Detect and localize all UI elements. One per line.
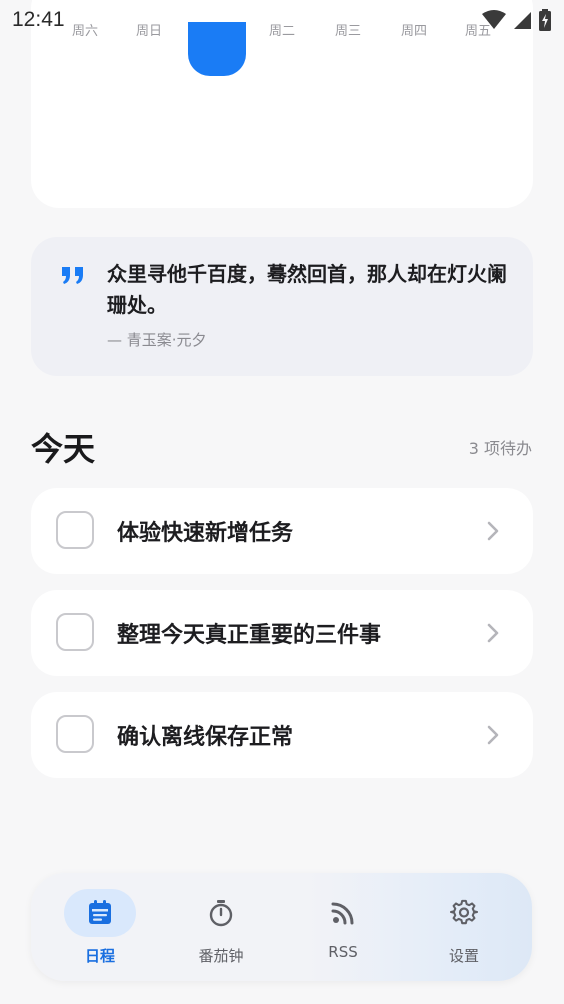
task-checkbox[interactable] <box>56 613 94 651</box>
timer-icon <box>209 900 233 927</box>
wifi-icon <box>482 10 506 29</box>
status-time: 12:41 <box>12 8 65 31</box>
task-item[interactable]: 整理今天真正重要的三件事 <box>31 590 533 676</box>
task-item[interactable]: 体验快速新增任务 <box>31 488 533 574</box>
chevron-right-icon <box>487 521 499 541</box>
quote-mark-icon <box>62 267 83 284</box>
nav-label: RSS <box>328 943 358 961</box>
battery-icon <box>539 9 551 31</box>
status-icons <box>482 9 552 31</box>
status-bar: 12:41 <box>0 0 564 40</box>
nav-item-rss[interactable]: RSS <box>307 889 379 969</box>
task-label: 体验快速新增任务 <box>117 521 294 546</box>
chevron-right-icon <box>487 623 499 643</box>
task-checkbox[interactable] <box>56 511 94 549</box>
today-section-title: 今天 <box>31 430 96 468</box>
gear-icon <box>450 899 478 925</box>
quote-text: 众里寻他千百度，蓦然回首，那人却在灯火阑珊处。 <box>107 262 507 317</box>
nav-item-schedule[interactable]: 日程 <box>64 889 136 969</box>
pending-count: 3 项待办 <box>468 439 532 458</box>
nav-label: 番茄钟 <box>198 947 244 965</box>
quote-source: — 青玉案·元夕 <box>107 331 207 349</box>
task-label: 整理今天真正重要的三件事 <box>117 623 382 648</box>
nav-item-settings[interactable]: 设置 <box>428 889 500 969</box>
signal-icon <box>514 12 531 29</box>
bottom-nav: 日程 番茄钟 RSS 设置 <box>31 873 532 981</box>
calendar-icon <box>89 900 111 924</box>
task-checkbox[interactable] <box>56 715 94 753</box>
nav-label: 设置 <box>448 947 479 965</box>
rss-icon <box>331 902 354 925</box>
nav-label: 日程 <box>84 947 115 965</box>
task-item[interactable]: 确认离线保存正常 <box>31 692 533 778</box>
chevron-right-icon <box>487 725 499 745</box>
quote-card: 众里寻他千百度，蓦然回首，那人却在灯火阑珊处。 — 青玉案·元夕 <box>31 237 533 376</box>
nav-item-pomodoro[interactable]: 番茄钟 <box>185 889 257 969</box>
task-label: 确认离线保存正常 <box>117 725 294 750</box>
